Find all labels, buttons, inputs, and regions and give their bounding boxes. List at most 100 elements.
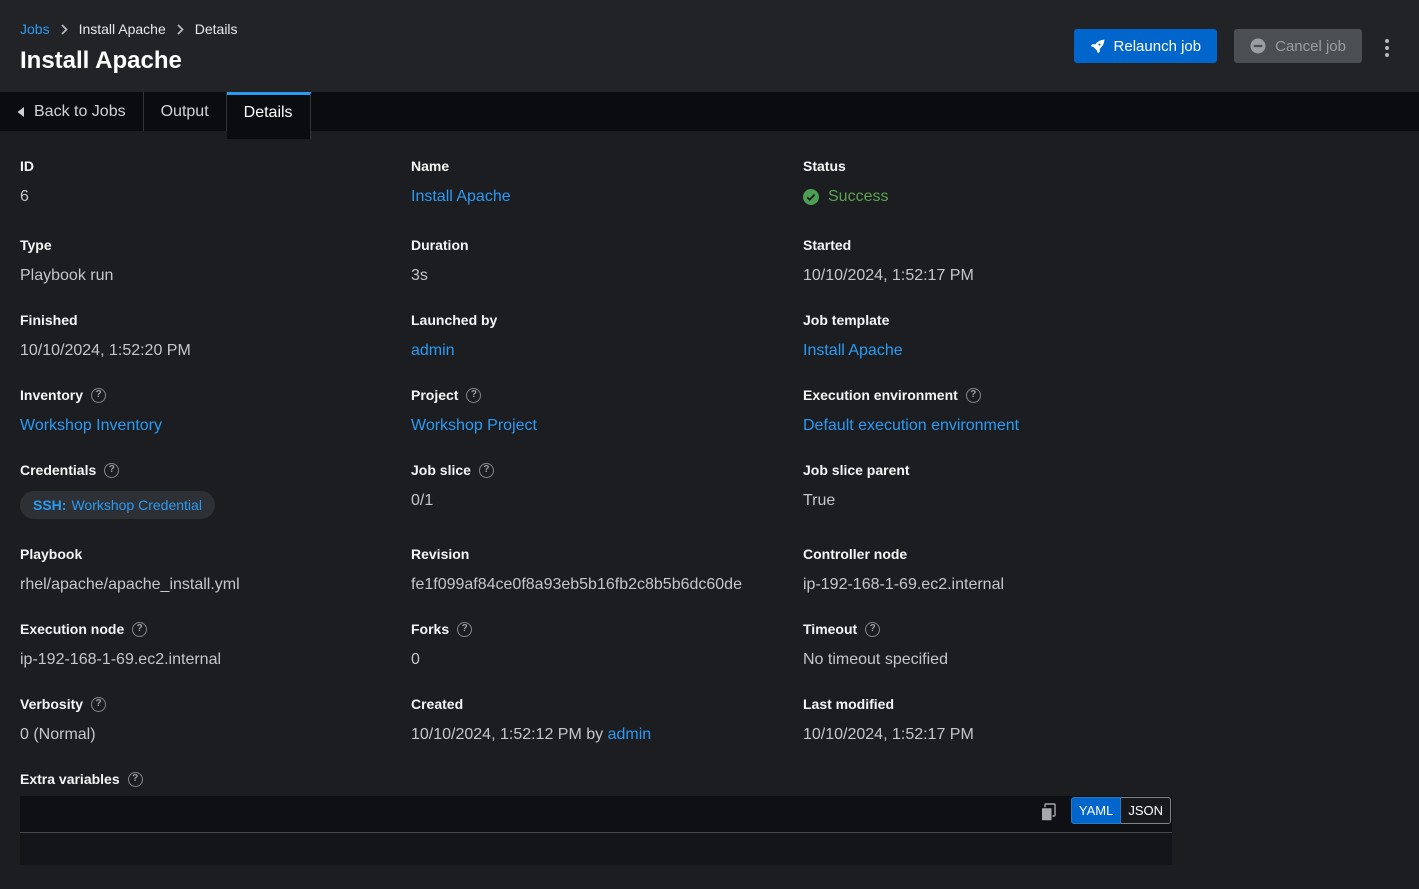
copy-icon[interactable] bbox=[1040, 803, 1057, 822]
detail-label-text: Started bbox=[803, 237, 851, 253]
detail-label: Controller node bbox=[803, 546, 1395, 562]
detail-item-created: Created10/10/2024, 1:52:12 PM by admin bbox=[411, 696, 803, 744]
question-circle-icon[interactable] bbox=[479, 463, 494, 478]
question-circle-icon[interactable] bbox=[457, 622, 472, 637]
credential-kind: SSH: bbox=[33, 496, 66, 515]
cancel-job-button[interactable]: Cancel job bbox=[1234, 29, 1362, 63]
detail-value: ip-192-168-1-69.ec2.internal bbox=[20, 650, 411, 669]
detail-value: Install Apache bbox=[803, 341, 1395, 360]
detail-item-status: Status Success bbox=[803, 158, 1395, 210]
detail-value-link[interactable]: admin bbox=[608, 726, 652, 743]
detail-label-text: Name bbox=[411, 158, 449, 174]
detail-item-timeout: TimeoutNo timeout specified bbox=[803, 621, 1395, 669]
detail-item-started: Started10/10/2024, 1:52:17 PM bbox=[803, 237, 1395, 285]
question-circle-icon[interactable] bbox=[466, 388, 481, 403]
detail-item-project: Project Workshop Project bbox=[411, 387, 803, 435]
question-circle-icon[interactable] bbox=[104, 463, 119, 478]
detail-item-job-slice: Job slice0/1 bbox=[411, 462, 803, 519]
detail-value: No timeout specified bbox=[803, 650, 1395, 669]
json-button[interactable]: JSON bbox=[1121, 797, 1171, 824]
detail-label: Execution node bbox=[20, 621, 411, 637]
code-editor-content[interactable] bbox=[20, 833, 1172, 865]
detail-label: Job template bbox=[803, 312, 1395, 328]
detail-label: Type bbox=[20, 237, 411, 253]
detail-label-text: Duration bbox=[411, 237, 469, 253]
credential-chip[interactable]: SSH: Workshop Credential bbox=[20, 491, 215, 519]
detail-value-link[interactable]: Install Apache bbox=[411, 188, 511, 205]
detail-item-launched-by: Launched by admin bbox=[411, 312, 803, 360]
tab-label: Output bbox=[161, 103, 209, 121]
tab-details[interactable]: Details bbox=[227, 92, 311, 139]
credential-name: Workshop Credential bbox=[71, 496, 201, 515]
detail-value-link[interactable]: Install Apache bbox=[803, 342, 903, 359]
question-circle-icon[interactable] bbox=[91, 388, 106, 403]
detail-label: Extra variables bbox=[20, 771, 1395, 787]
details-grid: ID 6Name Install Apache Status Success Type Pl… bbox=[20, 158, 1395, 771]
detail-value-text: 10/10/2024, 1:52:12 PM by bbox=[411, 726, 608, 743]
detail-label: Name bbox=[411, 158, 803, 174]
detail-value: Default execution environment bbox=[803, 416, 1395, 435]
detail-value: 10/10/2024, 1:52:17 PM bbox=[803, 725, 1395, 744]
detail-label-text: Revision bbox=[411, 546, 469, 562]
detail-label: Playbook bbox=[20, 546, 411, 562]
detail-value-link[interactable]: Workshop Project bbox=[411, 417, 537, 434]
detail-value: ip-192-168-1-69.ec2.internal bbox=[803, 575, 1395, 594]
tab-output[interactable]: Output bbox=[144, 92, 227, 131]
detail-item-verbosity: Verbosity0 (Normal) bbox=[20, 696, 411, 744]
detail-value: SSH: Workshop Credential bbox=[20, 491, 411, 519]
detail-value-link[interactable]: admin bbox=[411, 342, 455, 359]
detail-value: 6 bbox=[20, 187, 411, 206]
detail-value: 10/10/2024, 1:52:20 PM bbox=[20, 341, 411, 360]
detail-item-type: Type Playbook run bbox=[20, 237, 411, 285]
detail-item-controller-node: Controller node ip-192-168-1-69.ec2.inter… bbox=[803, 546, 1395, 594]
yaml-button[interactable]: YAML bbox=[1071, 797, 1121, 824]
question-circle-icon[interactable] bbox=[966, 388, 981, 403]
detail-value: Playbook run bbox=[20, 266, 411, 285]
detail-label-text: Job template bbox=[803, 312, 889, 328]
tab-label: Back to Jobs bbox=[34, 103, 126, 121]
detail-item-execution-environment: Execution environment Default execution e… bbox=[803, 387, 1395, 435]
detail-label: Job slice parent bbox=[803, 462, 1395, 478]
question-circle-icon[interactable] bbox=[865, 622, 880, 637]
question-circle-icon[interactable] bbox=[132, 622, 147, 637]
detail-value: 10/10/2024, 1:52:12 PM by admin bbox=[411, 725, 803, 744]
angle-right-icon bbox=[61, 24, 68, 35]
detail-item-inventory: Inventory Workshop Inventory bbox=[20, 387, 411, 435]
detail-item-job-template: Job template Install Apache bbox=[803, 312, 1395, 360]
detail-item-revision: Revision fe1f099af84ce0f8a93eb5b16fb2c8b5… bbox=[411, 546, 803, 594]
detail-label: Revision bbox=[411, 546, 803, 562]
kebab-menu-icon[interactable] bbox=[1379, 33, 1395, 63]
detail-value: fe1f099af84ce0f8a93eb5b16fb2c8b5b6dc60de bbox=[411, 575, 803, 594]
detail-value-link[interactable]: Default execution environment bbox=[803, 417, 1019, 434]
relaunch-job-button[interactable]: Relaunch job bbox=[1074, 29, 1218, 63]
detail-label: Execution environment bbox=[803, 387, 1395, 403]
detail-label: Credentials bbox=[20, 462, 411, 478]
detail-label: Inventory bbox=[20, 387, 411, 403]
detail-label-text: Extra variables bbox=[20, 771, 120, 787]
detail-label: Job slice bbox=[411, 462, 803, 478]
cancel-job-label: Cancel job bbox=[1275, 38, 1346, 55]
detail-label-text: Type bbox=[20, 237, 52, 253]
breadcrumb-jobs-link[interactable]: Jobs bbox=[20, 21, 50, 37]
detail-label: Project bbox=[411, 387, 803, 403]
detail-label-text: Launched by bbox=[411, 312, 497, 328]
detail-item-credentials: Credentials SSH: Workshop Credential bbox=[20, 462, 411, 519]
header-left: Jobs Install Apache Details Install Apac… bbox=[20, 17, 238, 92]
detail-label-text: ID bbox=[20, 158, 34, 174]
detail-item-name: Name Install Apache bbox=[411, 158, 803, 210]
detail-label: Forks bbox=[411, 621, 803, 637]
detail-value: rhel/apache/apache_install.yml bbox=[20, 575, 411, 594]
detail-item-last-modified: Last modified10/10/2024, 1:52:17 PM bbox=[803, 696, 1395, 744]
detail-label: Status bbox=[803, 158, 1395, 174]
detail-value: True bbox=[803, 491, 1395, 510]
detail-label-text: Job slice bbox=[411, 462, 471, 478]
detail-item-duration: Duration3s bbox=[411, 237, 803, 285]
tab-back-to-jobs[interactable]: Back to Jobs bbox=[0, 92, 144, 131]
check-circle-icon bbox=[803, 189, 819, 205]
question-circle-icon[interactable] bbox=[91, 697, 106, 712]
detail-label: Started bbox=[803, 237, 1395, 253]
detail-value-link[interactable]: Workshop Inventory bbox=[20, 417, 162, 434]
status-text: Success bbox=[828, 187, 888, 206]
detail-value: 0 bbox=[411, 650, 803, 669]
question-circle-icon[interactable] bbox=[128, 772, 143, 787]
